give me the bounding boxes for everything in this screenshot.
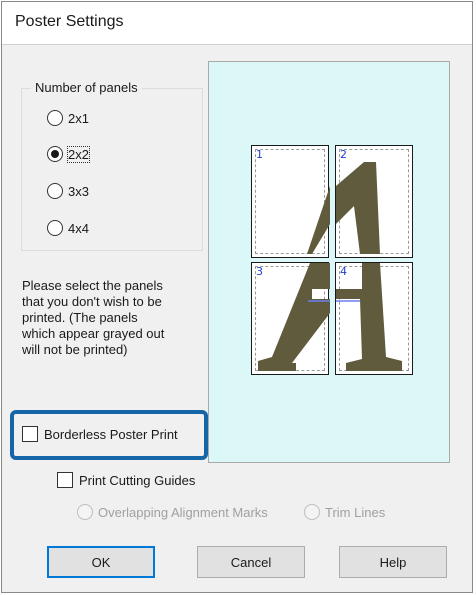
panel-number: 3 — [256, 265, 263, 278]
title-bar: Poster Settings — [2, 2, 472, 45]
cancel-button[interactable]: Cancel — [197, 546, 305, 578]
overlapping-marks-indicator[interactable] — [77, 504, 93, 520]
radio-4x4-label: 4x4 — [68, 220, 89, 236]
cutting-guides-label: Print Cutting Guides — [79, 472, 196, 488]
panel-number: 2 — [340, 148, 347, 161]
help-button[interactable]: Help — [339, 546, 447, 578]
letter-a-fragment-1 — [307, 186, 330, 254]
letter-a-fragment-4 — [336, 263, 402, 371]
radio-3x3-label: 3x3 — [68, 183, 89, 199]
poster-settings-dialog: Poster Settings Number of panels 2x1 2x2… — [1, 1, 473, 593]
panel-number: 1 — [256, 148, 263, 161]
borderless-poster-checkbox[interactable]: Borderless Poster Print — [22, 424, 178, 444]
borderless-checkbox-box[interactable] — [22, 426, 38, 442]
radio-2x1-indicator[interactable] — [47, 110, 63, 126]
cutting-guides-checkbox-box[interactable] — [57, 472, 73, 488]
radio-2x1-label: 2x1 — [68, 110, 89, 126]
group-label: Number of panels — [31, 80, 142, 95]
radio-4x4-indicator[interactable] — [47, 220, 63, 236]
borderless-checkbox-label: Borderless Poster Print — [44, 426, 178, 442]
instructions-text: Please select the panels that you don't … — [22, 278, 165, 357]
radio-2x1[interactable]: 2x1 — [47, 109, 89, 127]
overlapping-marks-label: Overlapping Alignment Marks — [98, 504, 268, 520]
trim-lines-radio[interactable]: Trim Lines — [304, 503, 385, 521]
radio-4x4[interactable]: 4x4 — [47, 219, 89, 237]
letter-a-fragment-3 — [258, 263, 330, 371]
print-cutting-guides-checkbox[interactable]: Print Cutting Guides — [57, 470, 195, 490]
trim-lines-label: Trim Lines — [325, 504, 386, 520]
preview-panel-1[interactable]: 1 — [251, 145, 330, 258]
poster-preview: 1 2 3 4 — [208, 61, 450, 463]
radio-2x2-label: 2x2 — [67, 145, 90, 163]
overlapping-marks-radio[interactable]: Overlapping Alignment Marks — [77, 503, 268, 521]
ok-button[interactable]: OK — [47, 546, 155, 578]
radio-2x2[interactable]: 2x2 — [47, 145, 90, 163]
trim-lines-indicator[interactable] — [304, 504, 320, 520]
radio-3x3[interactable]: 3x3 — [47, 182, 89, 200]
preview-panel-4[interactable]: 4 — [335, 262, 413, 375]
panel-number: 4 — [340, 265, 347, 278]
radio-3x3-indicator[interactable] — [47, 183, 63, 199]
dialog-title: Poster Settings — [15, 13, 124, 30]
preview-panel-3[interactable]: 3 — [251, 262, 330, 375]
letter-a-fragment-2 — [336, 162, 380, 254]
radio-2x2-indicator[interactable] — [47, 146, 63, 162]
preview-panel-2[interactable]: 2 — [335, 145, 413, 258]
